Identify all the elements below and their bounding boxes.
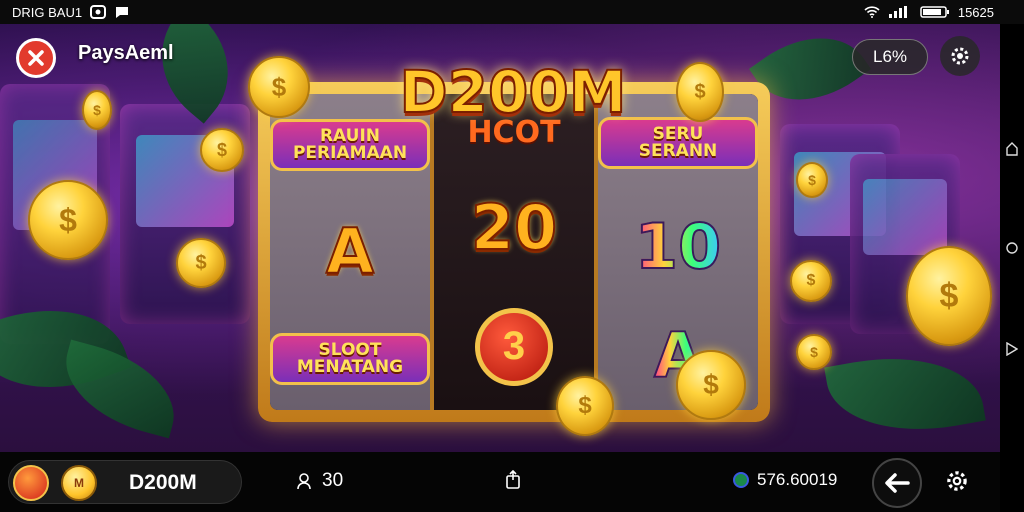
message-icon [114, 5, 130, 19]
app-title: PaysAeml [78, 42, 174, 64]
gear-icon [951, 47, 969, 65]
wifi-icon [864, 6, 880, 18]
system-nav-bar [1000, 24, 1024, 512]
back-button[interactable] [872, 458, 922, 508]
settings-button[interactable] [944, 468, 970, 499]
home-icon[interactable] [1006, 242, 1018, 257]
coin-icon: $ [906, 246, 992, 346]
arrow-left-icon [885, 473, 910, 493]
coin-icon: $ [556, 376, 614, 436]
reel-2-symbol-2: 20 [470, 190, 558, 264]
players-value: 30 [322, 470, 344, 491]
close-button[interactable] [16, 38, 56, 78]
balance-gem-icon [733, 472, 749, 488]
reel-1-symbol-1: RAUIN PERIAMAAN [270, 119, 430, 171]
reel-1: RAUIN PERIAMAAN A SLOOT MENATANG [270, 94, 434, 410]
reel-1-symbol-3: SLOOT MENATANG [270, 333, 430, 385]
back-nav-icon[interactable] [1006, 341, 1019, 359]
signal-icon [888, 6, 912, 18]
game-selector[interactable]: M D200M [8, 460, 242, 504]
coin-icon: $ [248, 56, 310, 118]
coin-icon: $ [200, 128, 244, 172]
close-icon [28, 50, 44, 66]
palm-leaf [824, 341, 986, 447]
coin-icon: $ [676, 350, 746, 420]
reel-2-symbol-3: 3 [475, 307, 553, 386]
coin-icon: $ [676, 62, 724, 122]
game-title-banner: D200M [399, 57, 628, 127]
recent-apps-icon[interactable] [1006, 142, 1018, 159]
notification-icon [90, 5, 107, 19]
reel-1-symbol-2: A [325, 215, 375, 288]
coin-icon: $ [796, 162, 828, 198]
balance-value: 576.60019 [757, 470, 838, 489]
coin-icon: $ [796, 334, 832, 370]
battery-icon [920, 6, 950, 18]
coin-icon: $ [176, 238, 226, 288]
play-icon[interactable] [13, 465, 49, 501]
bottom-bar: M D200M 30 576.60019 [0, 452, 1000, 512]
settings-button-top[interactable] [940, 36, 980, 76]
gear-icon [947, 471, 967, 491]
palm-leaf [52, 339, 188, 439]
share-icon [506, 469, 520, 489]
clock-label: 15625 [957, 4, 994, 20]
coin-icon: $ [28, 180, 108, 260]
game-scene: RAUIN PERIAMAAN A SLOOT MENATANG HCOT 20… [0, 24, 1000, 452]
share-button[interactable] [505, 469, 521, 495]
status-bar: DRIG BAU1 15625 [0, 0, 1024, 24]
percent-badge[interactable]: L6% [852, 39, 928, 75]
reel-2: HCOT 20 3 [434, 94, 598, 410]
coin-icon: $ [790, 260, 832, 302]
balance-display: 576.60019 [733, 470, 837, 490]
coin-icon[interactable]: M [61, 465, 97, 501]
carrier-label: DRIG BAU1 [12, 4, 83, 20]
reel-3-symbol-2: 10 [634, 209, 722, 283]
coin-icon: $ [82, 90, 112, 130]
players-count[interactable]: 30 [296, 470, 343, 492]
game-name-label: D200M [129, 471, 197, 494]
user-icon [297, 473, 311, 490]
